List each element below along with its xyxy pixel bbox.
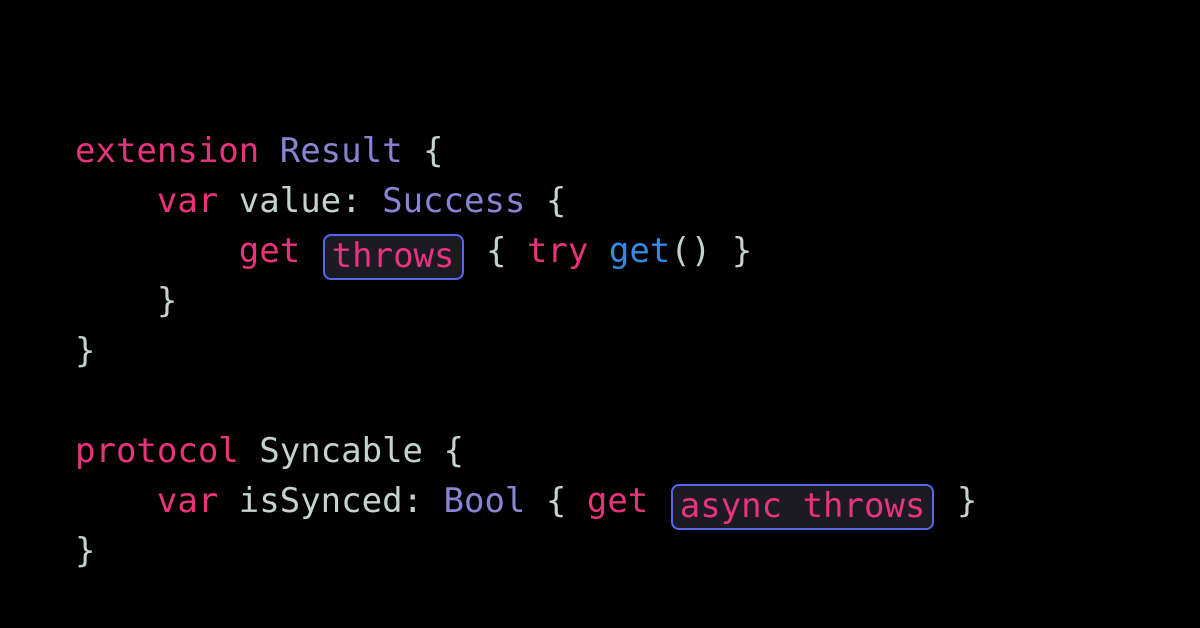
- code-token-keyword: protocol: [75, 431, 239, 471]
- code-line: get throws { try get() }: [75, 226, 753, 280]
- code-line: }: [75, 526, 977, 576]
- code-token-punct: {: [423, 131, 444, 171]
- code-token-punct: }: [156, 281, 178, 321]
- code-token-punct: (): [670, 231, 712, 271]
- code-block-protocol-syncable: protocol Syncable { var isSynced: Bool {…: [75, 426, 977, 576]
- code-token-type: Success: [382, 181, 526, 221]
- code-token-keyword: async throws: [679, 486, 926, 526]
- code-token-decl: Syncable: [259, 431, 424, 471]
- code-token-func: get: [608, 231, 671, 271]
- code-line: var isSynced: Bool { get async throws }: [75, 476, 978, 530]
- code-token-keyword: extension: [75, 131, 260, 171]
- code-token-keyword: get: [586, 481, 649, 521]
- code-line: extension Result {: [75, 126, 752, 176]
- code-line: protocol Syncable {: [75, 426, 977, 476]
- effect-highlight-box: throws: [322, 234, 464, 280]
- code-token-plain: isSynced:: [238, 481, 424, 521]
- code-token-punct: {: [443, 431, 464, 471]
- code-token-punct: }: [75, 531, 96, 571]
- code-line: }: [75, 326, 752, 376]
- code-snippet-canvas: extension Result { var value: Success { …: [0, 0, 1200, 628]
- code-block-extension-result: extension Result { var value: Success { …: [75, 126, 752, 376]
- code-token-keyword: get: [238, 231, 301, 271]
- code-line: }: [75, 276, 752, 326]
- code-token-punct: {: [545, 481, 567, 521]
- code-token-type: Bool: [443, 481, 526, 521]
- code-token-keyword: throws: [331, 236, 455, 276]
- code-line: var value: Success {: [75, 176, 752, 226]
- code-token-keyword: var: [156, 181, 219, 221]
- code-token-keyword: try: [526, 231, 589, 271]
- code-token-punct: {: [485, 231, 507, 271]
- code-token-punct: }: [731, 231, 753, 271]
- code-token-punct: }: [956, 481, 978, 521]
- code-token-keyword: var: [156, 481, 219, 521]
- code-token-punct: {: [545, 181, 567, 221]
- effect-highlight-box: async throws: [670, 484, 935, 530]
- code-token-plain: value:: [238, 181, 362, 221]
- code-token-type: Result: [279, 131, 403, 171]
- code-token-punct: }: [75, 331, 96, 371]
